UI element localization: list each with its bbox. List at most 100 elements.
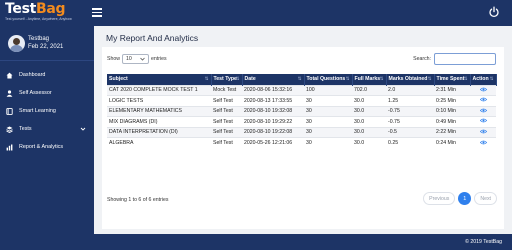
avatar — [8, 35, 25, 52]
table-cell: 2020-08-10 19:29:22 — [242, 116, 304, 127]
eye-icon[interactable] — [479, 129, 487, 134]
sidebar-item-smart-learning[interactable]: Smart Learning — [0, 102, 94, 120]
power-icon[interactable] — [488, 6, 500, 18]
chevron-down-icon — [80, 127, 86, 131]
copyright-text: © 2019 TestBag — [465, 239, 502, 245]
table-cell: ALGEBRA — [107, 137, 211, 148]
page-title: My Report And Analytics — [106, 33, 199, 43]
column-header[interactable]: Date ⇅ — [242, 74, 305, 85]
table-cell: ELEMENTARY MATHEMATICS — [107, 105, 211, 117]
table-cell: 2:22 Min — [434, 126, 470, 138]
table-cell: CAT 2020 COMPLETE MOCK TEST 1 — [107, 84, 211, 96]
home-icon — [6, 72, 13, 79]
table-cell: 2020-08-10 19:22:08 — [242, 126, 304, 138]
eye-icon[interactable] — [479, 108, 487, 113]
table-cell: 30.0 — [352, 137, 386, 148]
chart-icon — [6, 144, 13, 151]
sidebar-item-label: Self Assessor — [19, 90, 52, 96]
table-cell: DATA INTERPRETATION (DI) — [107, 126, 211, 138]
page-number-button[interactable]: 1 — [458, 192, 472, 205]
chevron-down-icon — [140, 57, 145, 61]
sidebar-nav: Dashboard Self Assessor Smart Learning T… — [0, 66, 94, 156]
table-cell: -0.5 — [386, 126, 434, 138]
column-header[interactable]: Full Marks ⇅ — [352, 74, 387, 85]
table-cell: 2020-05-26 12:21:06 — [242, 137, 304, 148]
table-cell: 30 — [304, 137, 352, 148]
table-cell: 100 — [304, 84, 352, 96]
action-cell — [470, 116, 496, 127]
table-row: LOGIC TESTS Self Test 2020-08-13 17:33:55 3… — [107, 95, 496, 106]
table-cell: Self Test — [211, 137, 242, 148]
sidebar-item-label: Dashboard — [19, 72, 46, 78]
table-cell: 2.0 — [386, 84, 434, 96]
table-cell: -0.75 — [386, 105, 434, 117]
table-body: CAT 2020 COMPLETE MOCK TEST 1 Mock Test 20… — [107, 84, 496, 148]
table-cell: 2:31 Min — [434, 84, 470, 96]
table-cell: 30 — [304, 116, 352, 127]
sidebar-item-label: Report & Analytics — [19, 144, 64, 150]
action-cell — [470, 126, 496, 138]
logo-text-part1: Test — [5, 1, 37, 17]
table-cell: Mock Test — [211, 84, 242, 96]
sidebar-item-label: Tests — [19, 126, 32, 132]
show-label: Show — [107, 56, 120, 62]
table-cell: -0.75 — [386, 116, 434, 127]
table-cell: 702.0 — [352, 84, 386, 96]
entries-value: 10 — [125, 56, 132, 62]
eye-icon[interactable] — [479, 97, 487, 102]
table-cell: 0:24 Min — [434, 137, 470, 148]
sidebar-item-label: Smart Learning — [19, 108, 56, 114]
table-info: Showing 1 to 6 of 6 entries — [107, 197, 169, 203]
book-icon — [6, 107, 13, 115]
column-header[interactable]: Test Type ⇅ — [211, 74, 243, 85]
table-cell: LOGIC TESTS — [107, 95, 211, 106]
eye-icon[interactable] — [479, 118, 487, 123]
next-button[interactable]: Next — [474, 192, 497, 205]
action-cell — [470, 84, 496, 96]
column-header[interactable]: Action ⇅ — [470, 74, 497, 85]
pagination: Previous 1 Next — [420, 192, 497, 205]
column-header[interactable]: Subject ⇅ — [107, 74, 212, 85]
sidebar-item-report-analytics[interactable]: Report & Analytics — [0, 138, 94, 156]
report-table: Subject ⇅ Test Type ⇅ Date ⇅ Total Question… — [107, 74, 497, 148]
table-cell: 0:10 Min — [434, 105, 470, 117]
table-cell: 0:25 Min — [434, 95, 470, 106]
column-header[interactable]: Marks Obtained ⇅ — [386, 74, 435, 85]
logo-text: TestBag — [5, 2, 81, 17]
entries-select[interactable]: 10 — [121, 54, 149, 64]
eye-icon[interactable] — [479, 87, 487, 92]
column-header[interactable]: Time Spent ⇅ — [434, 74, 471, 85]
action-cell — [470, 95, 496, 106]
report-card: Show 10 entries Search: Subject ⇅ Test Ty… — [102, 47, 504, 229]
table-cell: 30.0 — [352, 95, 386, 106]
table-cell: 0:49 Min — [434, 116, 470, 127]
top-bar: TestBag Test yourself - Anytime, Anywher… — [0, 0, 512, 26]
testbag-logo[interactable]: TestBag Test yourself - Anytime, Anywher… — [5, 2, 81, 24]
table-row: ALGEBRA Self Test 2020-05-26 12:21:06 30 30.… — [107, 137, 496, 148]
hamburger-icon[interactable] — [92, 8, 102, 17]
column-header[interactable]: Total Questions ⇅ — [304, 74, 353, 85]
entries-label: entries — [150, 56, 167, 62]
table-cell: 30.0 — [352, 105, 386, 117]
eye-icon[interactable] — [479, 140, 487, 145]
search-input[interactable] — [434, 53, 496, 65]
previous-button[interactable]: Previous — [423, 192, 456, 205]
table-cell: 30 — [304, 105, 352, 117]
table-row: DATA INTERPRETATION (DI) Self Test 2020-08… — [107, 126, 496, 138]
sidebar-item-self-assessor[interactable]: Self Assessor — [0, 84, 94, 102]
action-cell — [470, 137, 496, 148]
sidebar-item-dashboard[interactable]: Dashboard — [0, 66, 94, 84]
sidebar-item-tests[interactable]: Tests — [0, 120, 94, 138]
table-cell: 30 — [304, 126, 352, 138]
action-cell — [470, 105, 496, 117]
tests-icon — [6, 126, 13, 133]
user-date: Feb 22, 2021 — [28, 44, 64, 50]
sidebar: Testbag Feb 22, 2021 Dashboard Self Asse… — [0, 26, 94, 250]
user-name: Testbag — [28, 36, 50, 42]
table-cell: 1.25 — [386, 95, 434, 106]
table-cell: Self Test — [211, 95, 242, 106]
table-cell: 0.25 — [386, 137, 434, 148]
table-row: MIX DIAGRAMS (DI) Self Test 2020-08-10 19:… — [107, 116, 496, 127]
table-cell: 2020-08-06 15:32:16 — [242, 84, 304, 96]
table-cell: Self Test — [211, 105, 242, 117]
